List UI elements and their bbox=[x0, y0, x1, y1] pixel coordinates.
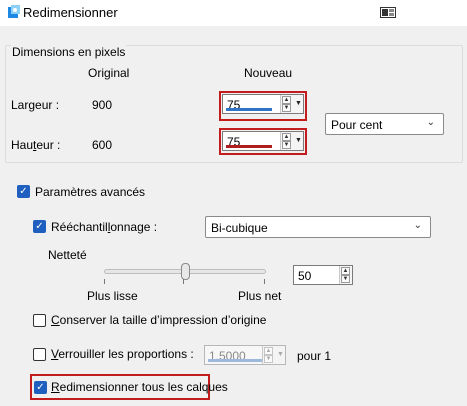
slider-tick bbox=[183, 279, 184, 284]
advanced-settings-checkbox[interactable]: ✓ bbox=[17, 185, 30, 198]
window-title: Redimensionner bbox=[23, 5, 118, 20]
height-label: Hauteur : bbox=[11, 138, 61, 152]
decrement-icon[interactable]: ▼ bbox=[264, 355, 273, 363]
keep-print-size-checkbox[interactable] bbox=[33, 314, 46, 327]
decrement-icon[interactable]: ▼ bbox=[282, 104, 291, 112]
width-label: Largeur : bbox=[11, 98, 60, 112]
increment-icon[interactable]: ▲ bbox=[282, 133, 291, 141]
chevron-down-icon[interactable]: ⌄ bbox=[414, 220, 422, 231]
window-snap-icon[interactable] bbox=[380, 7, 396, 18]
sharpness-min-label: Plus lisse bbox=[87, 289, 138, 303]
width-new-spinner[interactable]: 75 ▲ ▼ ▼ bbox=[222, 94, 304, 114]
increment-icon[interactable]: ▲ bbox=[264, 347, 273, 355]
slider-tick bbox=[104, 279, 105, 284]
resample-method-value: Bi-cubique bbox=[211, 221, 268, 235]
dropdown-arrow-icon[interactable]: ▼ bbox=[295, 98, 302, 110]
height-new-spinner[interactable]: 75 ▲ ▼ ▼ bbox=[222, 131, 304, 151]
unit-select[interactable]: Pour cent ⌄ bbox=[325, 113, 444, 135]
sharpness-label: Netteté bbox=[48, 248, 87, 262]
height-original-value: 600 bbox=[92, 138, 113, 152]
width-underline bbox=[226, 108, 272, 111]
sharpness-value[interactable]: 50 bbox=[298, 269, 311, 283]
pixel-dimensions-title: Dimensions en pixels bbox=[11, 45, 127, 59]
dropdown-arrow-icon[interactable]: ▼ bbox=[295, 135, 302, 147]
height-underline bbox=[226, 145, 272, 148]
increment-icon[interactable]: ▲ bbox=[282, 96, 291, 104]
advanced-settings-label[interactable]: Paramètres avancés bbox=[35, 185, 145, 199]
lock-ratio-label[interactable]: Verrouiller les proportions : bbox=[51, 347, 194, 361]
resize-all-layers-label[interactable]: Redimensionner tous les calques bbox=[51, 380, 228, 394]
resample-checkbox[interactable]: ✓ bbox=[33, 220, 46, 233]
increment-icon[interactable]: ▲ bbox=[341, 267, 350, 275]
sharpness-spin-buttons[interactable]: ▲ ▼ bbox=[339, 266, 352, 284]
keep-print-size-label[interactable]: Conserver la taille d’impression d’origi… bbox=[51, 313, 266, 327]
slider-tick bbox=[264, 279, 265, 284]
lock-ratio-spinner[interactable]: 1.5000 ▲ ▼ ▼ bbox=[204, 345, 286, 365]
resample-label[interactable]: Rééchantillonnage : bbox=[51, 220, 157, 234]
decrement-icon[interactable]: ▼ bbox=[341, 275, 350, 283]
paint-app-icon bbox=[8, 5, 20, 18]
sharpness-max-label: Plus net bbox=[238, 289, 282, 303]
dropdown-arrow-icon[interactable]: ▼ bbox=[277, 349, 284, 361]
resize-all-layers-checkbox[interactable]: ✓ bbox=[34, 381, 47, 394]
lock-ratio-underline bbox=[208, 359, 270, 362]
height-spin-buttons[interactable]: ▲ ▼ ▼ bbox=[280, 132, 303, 150]
width-spin-buttons[interactable]: ▲ ▼ ▼ bbox=[280, 95, 303, 113]
original-column-header: Original bbox=[88, 66, 130, 80]
lock-ratio-spin-buttons[interactable]: ▲ ▼ ▼ bbox=[262, 346, 285, 364]
chevron-down-icon[interactable]: ⌄ bbox=[427, 117, 435, 128]
resample-method-select[interactable]: Bi-cubique ⌄ bbox=[205, 216, 431, 238]
lock-ratio-suffix: pour 1 bbox=[297, 349, 332, 363]
decrement-icon[interactable]: ▼ bbox=[282, 141, 291, 149]
width-original-value: 900 bbox=[92, 98, 113, 112]
new-column-header: Nouveau bbox=[244, 66, 293, 80]
unit-select-value: Pour cent bbox=[331, 118, 383, 132]
lock-ratio-checkbox[interactable] bbox=[33, 348, 46, 361]
sharpness-spinner[interactable]: 50 ▲ ▼ bbox=[293, 265, 353, 285]
sharpness-slider-thumb[interactable] bbox=[181, 263, 190, 280]
